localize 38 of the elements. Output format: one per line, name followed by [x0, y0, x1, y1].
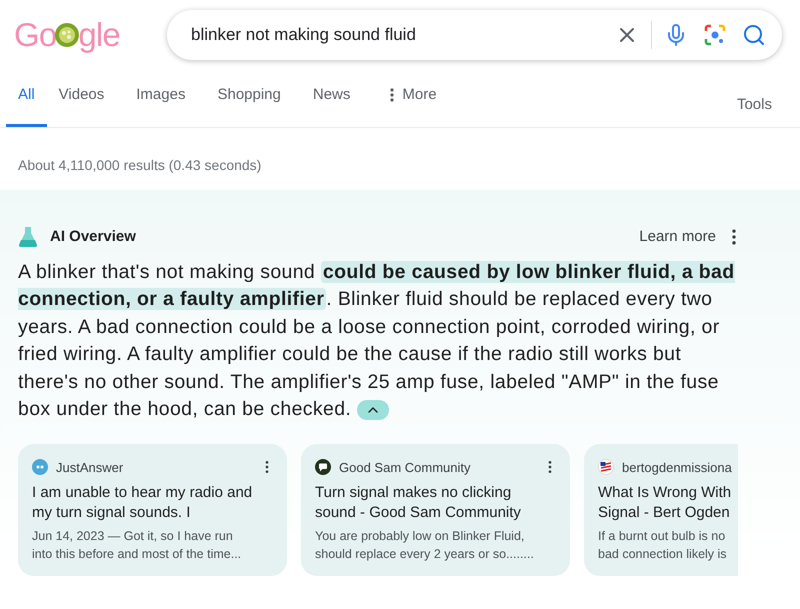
- chat-bubble-icon: [315, 459, 331, 476]
- source-snippet: Jun 14, 2023 — Got it, so I have run: [32, 528, 233, 545]
- learn-more-link[interactable]: Learn more: [639, 226, 716, 248]
- source-card[interactable]: JustAnswer I am unable to hear my radio and my turn signal sounds. I Jun 14, 2023 — Got it, so I have run into this before and most of the time...: [18, 444, 287, 576]
- more-menu[interactable]: More: [378, 84, 449, 127]
- camera-icon[interactable]: [704, 24, 726, 46]
- nav-tab[interactable]: Images: [124, 84, 198, 127]
- source-snippet: should replace every 2 years or so........: [315, 546, 534, 563]
- source-card[interactable]: Good Sam Community Turn signal makes no clicking sound - Good Sam Community You are probably low on Blinker Fluid, should replace every 2 years or so........: [301, 444, 570, 576]
- source-site: Good Sam Community: [339, 458, 470, 477]
- source-title: Signal - Bert Ogden: [598, 503, 730, 523]
- source-title: I am unable to hear my radio and: [32, 483, 252, 503]
- source-title: sound - Good Sam Community: [315, 503, 521, 523]
- source-snippet: If a burnt out bulb is no: [598, 528, 726, 545]
- source-title: Turn signal makes no clicking: [315, 483, 512, 503]
- flask-icon: [18, 226, 38, 248]
- nav-tab[interactable]: All: [6, 84, 47, 127]
- source-card[interactable]: bertogdenmissiona What Is Wrong With Signal - Bert Ogden If a burnt out bulb is no bad connection likely is: [584, 444, 738, 576]
- source-snippet: bad connection likely is: [598, 546, 727, 563]
- search-field[interactable]: blinker not making sound fluid: [167, 10, 782, 60]
- source-site: bertogdenmissiona: [622, 458, 732, 477]
- search-icon[interactable]: [742, 23, 766, 47]
- source-site: JustAnswer: [56, 458, 124, 476]
- collapse-button[interactable]: [356, 400, 389, 420]
- nav-tab[interactable]: News: [300, 84, 362, 127]
- ai-overview-text: A blinker that's not making sound could be caused by low blinker fluid, a bad connection, or a faulty amplifier. Blinker fluid should be replaced every two years. A bad connection could be a loose connection point, corroded wiring, or fried wiring. A faulty amplifier could be the cause if the radio still works but there's no other sound. The amplifier's 25 amp fuse, labeled "AMP" in the fuse box under the hood, can be checked.: [18, 260, 736, 422]
- source-title: What Is Wrong With: [598, 483, 732, 503]
- more-icon: [390, 88, 394, 102]
- tools-button[interactable]: Tools: [736, 84, 772, 127]
- nav-tab[interactable]: Shopping: [205, 84, 293, 127]
- ai-overview-title: AI Overview: [50, 227, 136, 247]
- nav-tab[interactable]: Videos: [46, 84, 116, 127]
- flag-icon: [598, 459, 614, 476]
- search-query: blinker not making sound fluid: [191, 24, 417, 46]
- result-stats: About 4,110,000 results (0.43 seconds): [18, 156, 262, 175]
- source-snippet: into this before and most of the time...: [32, 546, 242, 563]
- source-title: my turn signal sounds. I: [32, 503, 190, 523]
- source-snippet: You are probably low on Blinker Fluid,: [315, 528, 524, 545]
